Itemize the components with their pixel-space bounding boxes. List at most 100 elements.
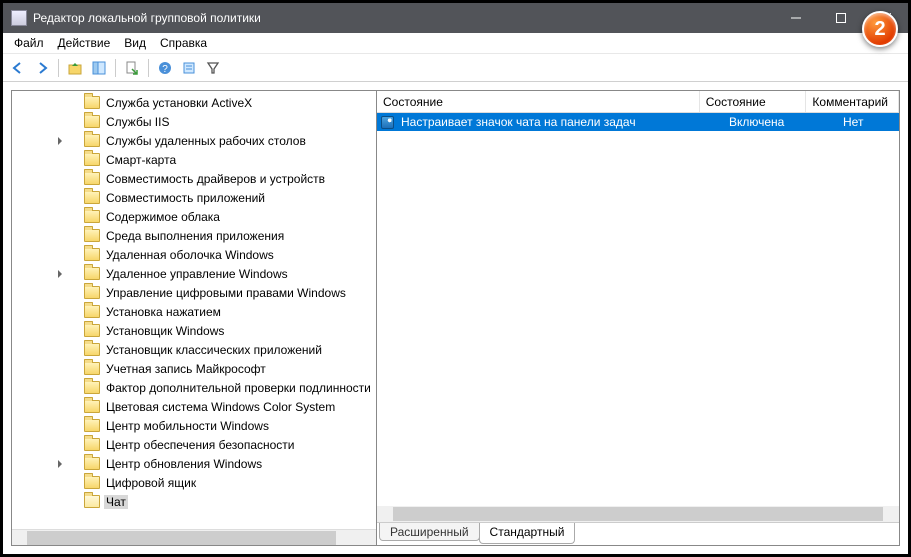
- folder-icon: [84, 115, 100, 128]
- tree-item[interactable]: Управление цифровыми правами Windows: [12, 283, 376, 302]
- export-button[interactable]: [121, 57, 143, 79]
- expander-icon: [54, 420, 66, 432]
- folder-icon: [84, 457, 100, 470]
- toolbar-separator: [148, 59, 149, 77]
- window-title: Редактор локальной групповой политики: [33, 11, 261, 25]
- minimize-button[interactable]: [773, 3, 818, 33]
- column-header-name[interactable]: Состояние: [377, 91, 700, 112]
- expander-icon: [54, 439, 66, 451]
- list-row[interactable]: Настраивает значок чата на панели задачВ…: [377, 113, 899, 131]
- expander-icon[interactable]: [54, 268, 66, 280]
- tree-item[interactable]: Центр обновления Windows: [12, 454, 376, 473]
- folder-icon: [84, 267, 100, 280]
- tree-item[interactable]: Совместимость драйверов и устройств: [12, 169, 376, 188]
- splitter: Служба установки ActiveX Службы IIS Службы…: [11, 90, 900, 546]
- tree-item-label: Фактор дополнительной проверки подлиннос…: [104, 381, 373, 395]
- tree-item[interactable]: Учетная запись Майкрософт: [12, 359, 376, 378]
- horizontal-scrollbar[interactable]: [12, 529, 376, 545]
- tree-item[interactable]: Удаленная оболочка Windows: [12, 245, 376, 264]
- tree-item[interactable]: Фактор дополнительной проверки подлиннос…: [12, 378, 376, 397]
- tab-standard[interactable]: Стандартный: [479, 523, 576, 544]
- expander-icon: [54, 477, 66, 489]
- scrollbar-thumb[interactable]: [393, 507, 883, 521]
- expander-icon[interactable]: [54, 135, 66, 147]
- expander-icon: [54, 97, 66, 109]
- policy-setting-icon: [381, 116, 394, 129]
- folder-icon: [84, 134, 100, 147]
- tree-item[interactable]: Цифровой ящик: [12, 473, 376, 492]
- toolbar: ?: [3, 54, 908, 82]
- up-button[interactable]: [64, 57, 86, 79]
- expander-icon: [54, 325, 66, 337]
- tree-item-label: Центр мобильности Windows: [104, 419, 271, 433]
- tree-item[interactable]: Установщик классических приложений: [12, 340, 376, 359]
- tree-item-label: Цветовая система Windows Color System: [104, 400, 337, 414]
- expander-icon: [54, 173, 66, 185]
- tree-item[interactable]: Центр обеспечения безопасности: [12, 435, 376, 454]
- tree-item[interactable]: Совместимость приложений: [12, 188, 376, 207]
- column-header-state[interactable]: Состояние: [700, 91, 807, 112]
- tree-item[interactable]: Установщик Windows: [12, 321, 376, 340]
- expander-icon: [54, 230, 66, 242]
- tree-item-label: Удаленное управление Windows: [104, 267, 290, 281]
- maximize-button[interactable]: [818, 3, 863, 33]
- folder-icon: [84, 438, 100, 451]
- scrollbar-thumb[interactable]: [27, 531, 336, 545]
- tree-item[interactable]: Чат: [12, 492, 376, 511]
- tree-item-label: Учетная запись Майкрософт: [104, 362, 268, 376]
- show-hide-tree-button[interactable]: [88, 57, 110, 79]
- menu-help[interactable]: Справка: [153, 34, 214, 52]
- tree-item[interactable]: Среда выполнения приложения: [12, 226, 376, 245]
- properties-button[interactable]: [178, 57, 200, 79]
- menu-action[interactable]: Действие: [51, 34, 118, 52]
- tree-item-label: Службы IIS: [104, 115, 171, 129]
- tree-item[interactable]: Содержимое облака: [12, 207, 376, 226]
- expander-icon[interactable]: [54, 458, 66, 470]
- tree-item[interactable]: Удаленное управление Windows: [12, 264, 376, 283]
- toolbar-separator: [58, 59, 59, 77]
- tree-item-label: Установщик классических приложений: [104, 343, 324, 357]
- folder-icon: [84, 419, 100, 432]
- expander-icon: [54, 382, 66, 394]
- menu-view[interactable]: Вид: [117, 34, 153, 52]
- expander-icon: [54, 116, 66, 128]
- tab-extended[interactable]: Расширенный: [379, 523, 480, 541]
- horizontal-scrollbar[interactable]: [377, 506, 899, 522]
- tree-item-label: Службы удаленных рабочих столов: [104, 134, 308, 148]
- tree-item[interactable]: Установка нажатием: [12, 302, 376, 321]
- tree-item[interactable]: Служба установки ActiveX: [12, 93, 376, 112]
- tree-item[interactable]: Смарт-карта: [12, 150, 376, 169]
- toolbar-separator: [115, 59, 116, 77]
- folder-icon: [84, 400, 100, 413]
- list-body: Настраивает значок чата на панели задачВ…: [377, 113, 899, 131]
- tree-item[interactable]: Службы IIS: [12, 112, 376, 131]
- menu-bar: Файл Действие Вид Справка: [3, 33, 908, 54]
- client-area: Служба установки ActiveX Службы IIS Службы…: [3, 82, 908, 554]
- expander-icon: [54, 249, 66, 261]
- tree-item-label: Установщик Windows: [104, 324, 226, 338]
- menu-file[interactable]: Файл: [7, 34, 51, 52]
- filter-button[interactable]: [202, 57, 224, 79]
- forward-button[interactable]: [31, 57, 53, 79]
- tree-item[interactable]: Службы удаленных рабочих столов: [12, 131, 376, 150]
- cell-comment: Нет: [837, 115, 899, 129]
- help-button[interactable]: ?: [154, 57, 176, 79]
- tree-item-label: Содержимое облака: [104, 210, 222, 224]
- folder-icon: [84, 96, 100, 109]
- annotation-badge: 2: [862, 11, 898, 47]
- folder-icon: [84, 381, 100, 394]
- back-button[interactable]: [7, 57, 29, 79]
- title-bar: Редактор локальной групповой политики: [3, 3, 908, 33]
- tree-item[interactable]: Центр мобильности Windows: [12, 416, 376, 435]
- tree-item-label: Центр обеспечения безопасности: [104, 438, 297, 452]
- expander-icon: [54, 192, 66, 204]
- column-header-comment[interactable]: Комментарий: [806, 91, 899, 112]
- tree-item-label: Совместимость приложений: [104, 191, 267, 205]
- cell-name: Настраивает значок чата на панели задач: [395, 115, 723, 129]
- tree-item-label: Смарт-карта: [104, 153, 178, 167]
- expander-icon: [54, 496, 66, 508]
- expander-icon: [54, 306, 66, 318]
- tree-item-label: Совместимость драйверов и устройств: [104, 172, 327, 186]
- tree-view[interactable]: Служба установки ActiveX Службы IIS Службы…: [12, 91, 376, 529]
- tree-item[interactable]: Цветовая система Windows Color System: [12, 397, 376, 416]
